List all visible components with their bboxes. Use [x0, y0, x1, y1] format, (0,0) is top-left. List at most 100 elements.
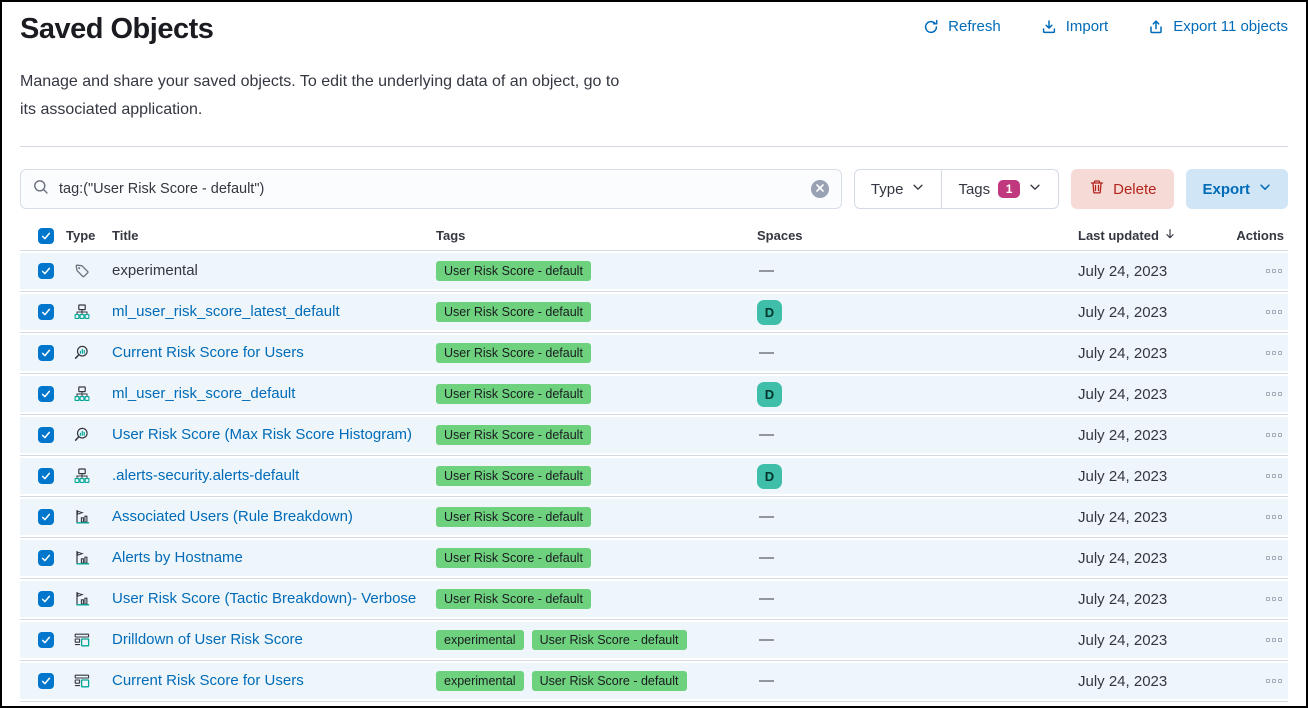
actions-button[interactable]	[1264, 388, 1284, 400]
row-checkbox[interactable]	[38, 673, 54, 689]
actions-button[interactable]	[1264, 511, 1284, 523]
trash-icon	[1089, 179, 1105, 199]
actions-button[interactable]	[1264, 429, 1284, 441]
actions-button[interactable]	[1264, 306, 1284, 318]
tag-badge[interactable]: User Risk Score - default	[436, 302, 591, 322]
column-header-type: Type	[64, 228, 112, 243]
actions-button[interactable]	[1264, 552, 1284, 564]
tags-cell: User Risk Score - default	[436, 261, 757, 281]
tags-cell: experimental User Risk Score - default	[436, 630, 757, 650]
tag-badge[interactable]: User Risk Score - default	[436, 384, 591, 404]
tag-badge[interactable]: User Risk Score - default	[532, 630, 687, 650]
last-updated-value: July 24, 2023	[1078, 263, 1182, 280]
page-header: Saved Objects Refresh Import	[20, 2, 1288, 46]
last-updated-value: July 24, 2023	[1078, 386, 1182, 403]
row-checkbox[interactable]	[38, 345, 54, 361]
last-updated-value: July 24, 2023	[1078, 632, 1182, 649]
object-title-link[interactable]: Current Risk Score for Users	[112, 672, 304, 689]
tags-cell: User Risk Score - default	[436, 302, 757, 322]
last-updated-value: July 24, 2023	[1078, 550, 1182, 567]
actions-button[interactable]	[1264, 470, 1284, 482]
actions-button[interactable]	[1264, 634, 1284, 646]
tag-badge[interactable]: User Risk Score - default	[436, 343, 591, 363]
visualization-icon	[74, 509, 90, 525]
last-updated-value: July 24, 2023	[1078, 509, 1182, 526]
dashboard-icon	[74, 632, 90, 648]
actions-button[interactable]	[1264, 265, 1284, 277]
clear-search-button[interactable]	[811, 180, 829, 198]
last-updated-value: July 24, 2023	[1078, 673, 1182, 690]
chevron-down-icon	[911, 180, 925, 198]
tag-badge[interactable]: User Risk Score - default	[436, 548, 591, 568]
lens-icon	[74, 345, 90, 361]
tag-badge[interactable]: User Risk Score - default	[436, 507, 591, 527]
refresh-button[interactable]: Refresh	[923, 18, 1001, 35]
object-title-link[interactable]: .alerts-security.alerts-default	[112, 467, 299, 484]
row-checkbox[interactable]	[38, 427, 54, 443]
tag-badge[interactable]: experimental	[436, 671, 524, 691]
last-updated-value: July 24, 2023	[1078, 591, 1182, 608]
row-checkbox[interactable]	[38, 468, 54, 484]
tag-badge[interactable]: User Risk Score - default	[436, 261, 591, 281]
no-spaces-dash: —	[757, 631, 774, 648]
column-header-title: Title	[112, 228, 436, 243]
column-header-spaces: Spaces	[757, 228, 1078, 243]
type-filter-button[interactable]: Type	[855, 170, 942, 208]
export-button[interactable]: Export	[1186, 169, 1288, 209]
row-checkbox[interactable]	[38, 509, 54, 525]
object-title-link[interactable]: Drilldown of User Risk Score	[112, 631, 303, 648]
no-spaces-dash: —	[757, 590, 774, 607]
tag-badge[interactable]: User Risk Score - default	[436, 425, 591, 445]
actions-button[interactable]	[1264, 347, 1284, 359]
type-filter-label: Type	[871, 181, 904, 198]
export-all-button[interactable]: Export 11 objects	[1148, 18, 1288, 35]
row-checkbox[interactable]	[38, 632, 54, 648]
divider	[20, 146, 1288, 147]
object-title-link[interactable]: ml_user_risk_score_latest_default	[112, 303, 340, 320]
tags-filter-label: Tags	[958, 181, 990, 198]
row-checkbox[interactable]	[38, 386, 54, 402]
object-title-link[interactable]: Current Risk Score for Users	[112, 344, 304, 361]
last-updated-value: July 24, 2023	[1078, 427, 1182, 444]
table-row: ml_user_risk_score_latest_default User Ri…	[20, 292, 1288, 333]
tags-cell: User Risk Score - default	[436, 425, 757, 445]
table-row: Associated Users (Rule Breakdown) User Ri…	[20, 497, 1288, 538]
column-header-last-updated[interactable]: Last updated	[1078, 227, 1182, 244]
search-input[interactable]: tag:("User Risk Score - default")	[20, 169, 842, 209]
object-title-link[interactable]: Alerts by Hostname	[112, 549, 243, 566]
actions-button[interactable]	[1264, 675, 1284, 687]
row-checkbox[interactable]	[38, 263, 54, 279]
saved-objects-table: Type Title Tags Spaces Last updated Acti…	[20, 221, 1288, 702]
spaces-cell: —	[757, 549, 1078, 567]
tag-icon	[74, 263, 90, 279]
table-row: Alerts by Hostname User Risk Score - defa…	[20, 538, 1288, 579]
delete-button[interactable]: Delete	[1071, 169, 1174, 209]
row-checkbox[interactable]	[38, 550, 54, 566]
select-all-checkbox[interactable]	[38, 228, 54, 244]
tag-badge[interactable]: experimental	[436, 630, 524, 650]
row-checkbox[interactable]	[38, 591, 54, 607]
object-title-link[interactable]: User Risk Score (Max Risk Score Histogra…	[112, 426, 412, 443]
actions-button[interactable]	[1264, 593, 1284, 605]
tags-filter-button[interactable]: Tags 1	[942, 170, 1058, 208]
table-row: experimentalUser Risk Score - default—Ju…	[20, 251, 1288, 292]
header-actions: Refresh Import Export 11 objects	[923, 18, 1288, 35]
filter-group: Type Tags 1	[854, 169, 1059, 209]
saved-objects-page: Saved Objects Refresh Import	[2, 2, 1306, 702]
row-checkbox[interactable]	[38, 304, 54, 320]
object-title-link[interactable]: ml_user_risk_score_default	[112, 385, 295, 402]
lens-icon	[74, 427, 90, 443]
object-title-link[interactable]: Associated Users (Rule Breakdown)	[112, 508, 353, 525]
spaces-cell: —	[757, 426, 1078, 444]
spaces-cell: D	[757, 382, 1078, 407]
index-pattern-icon	[74, 468, 90, 484]
object-title-link[interactable]: User Risk Score (Tactic Breakdown)- Verb…	[112, 590, 416, 607]
last-updated-value: July 24, 2023	[1078, 304, 1182, 321]
import-button[interactable]: Import	[1041, 18, 1109, 35]
tags-cell: User Risk Score - default	[436, 548, 757, 568]
spaces-cell: —	[757, 262, 1078, 280]
tag-badge[interactable]: User Risk Score - default	[436, 466, 591, 486]
tag-badge[interactable]: User Risk Score - default	[436, 589, 591, 609]
space-avatar: D	[757, 382, 782, 407]
tag-badge[interactable]: User Risk Score - default	[532, 671, 687, 691]
